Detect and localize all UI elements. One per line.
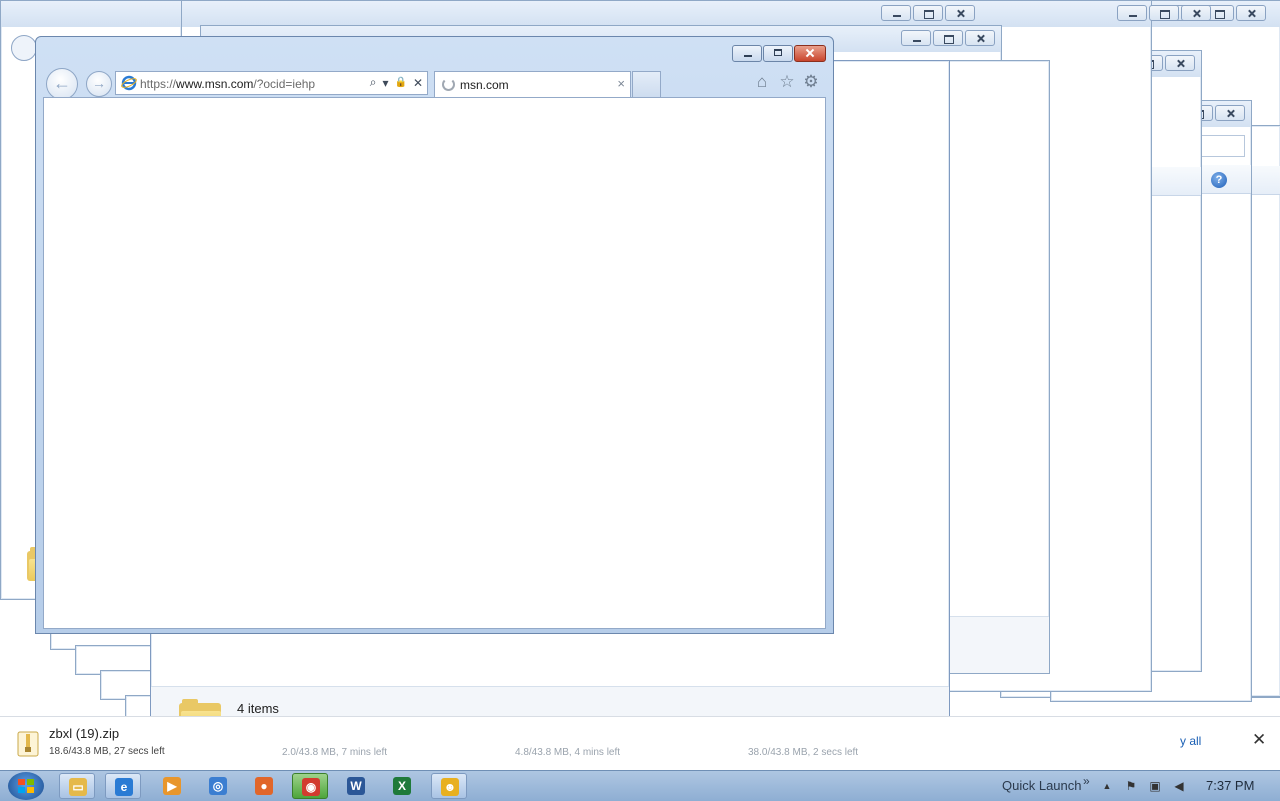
taskbar: ▭ e ▶ ◎ ● ◉ W X ☻ Quick Launch » ▲ ⚑ ▣ ◀… (0, 770, 1280, 801)
system-clock[interactable]: 7:37 PM (1206, 778, 1254, 793)
ie-logo-icon (121, 75, 137, 91)
maximize-button[interactable] (1149, 5, 1179, 21)
taskbar-messenger[interactable]: ☻ (431, 773, 467, 799)
taskbar-internet-explorer[interactable]: e (105, 773, 141, 799)
dropdown-arrow-icon[interactable]: ▾ (382, 76, 388, 90)
download-progress-text: 2.0/43.8 MB, 7 mins left (282, 747, 388, 758)
close-button[interactable] (1236, 5, 1266, 21)
internet-explorer-window: ← → https://www.msn.com/?ocid=iehp ⌕ ▾ 🔒… (35, 36, 834, 634)
taskbar-media-player[interactable]: ▶ (154, 773, 190, 799)
start-button[interactable] (8, 772, 44, 800)
window-controls (732, 45, 826, 62)
back-button[interactable]: ← (46, 68, 78, 100)
loading-spinner-icon (442, 78, 455, 91)
show-all-downloads-link[interactable]: y all (1180, 734, 1201, 748)
address-bar[interactable]: https://www.msn.com/?ocid=iehp ⌕ ▾ 🔒 ✕ (115, 71, 428, 95)
window-frame (1, 1, 181, 27)
help-icon[interactable]: ? (1211, 172, 1227, 188)
tab-msn[interactable]: msn.com × (434, 71, 631, 97)
close-button[interactable] (945, 5, 975, 21)
address-tools: ⌕ ▾ 🔒 ✕ (370, 75, 423, 90)
download-bar: zbxl (19).zip 18.6/43.8 MB, 27 secs left… (0, 716, 1280, 769)
close-button[interactable] (1165, 55, 1195, 71)
maximize-button[interactable] (763, 45, 793, 62)
messenger-icon: ☻ (441, 778, 459, 796)
page-content[interactable] (43, 97, 826, 629)
new-tab-button[interactable] (632, 71, 661, 97)
quick-launch-chevron-icon[interactable]: » (1083, 774, 1090, 788)
window-controls (1117, 5, 1211, 21)
minimize-button[interactable] (881, 5, 911, 21)
tools-gear-icon[interactable]: ⚙ (801, 72, 821, 92)
close-button[interactable] (1181, 5, 1211, 21)
home-icon[interactable]: ⌂ (752, 72, 772, 92)
search-icon[interactable]: ⌕ (370, 75, 377, 90)
taskbar-excel[interactable]: X (384, 773, 420, 799)
tab-close-icon[interactable]: × (617, 76, 625, 91)
firefox-icon: ● (255, 777, 273, 795)
taskbar-chrome[interactable]: ◉ (292, 773, 328, 799)
network-icon[interactable]: ▣ (1148, 779, 1162, 793)
folder-icon: ▭ (69, 778, 87, 796)
taskbar-chrome-app[interactable]: ◎ (200, 773, 236, 799)
taskbar-firefox[interactable]: ● (246, 773, 282, 799)
download-file-name[interactable]: zbxl (19).zip (49, 726, 119, 741)
maximize-button[interactable] (933, 30, 963, 46)
close-button[interactable] (1215, 105, 1245, 121)
chrome-icon: ◉ (302, 778, 320, 796)
action-center-flag-icon[interactable]: ⚑ (1124, 779, 1138, 793)
quick-launch-label[interactable]: Quick Launch (1002, 778, 1082, 793)
minimize-button[interactable] (901, 30, 931, 46)
forward-arrow-icon: → (92, 75, 106, 91)
close-download-bar-icon[interactable]: ✕ (1252, 730, 1266, 750)
download-progress-text: 38.0/43.8 MB, 2 secs left (748, 747, 859, 758)
maximize-button[interactable] (913, 5, 943, 21)
download-progress-text: 4.8/43.8 MB, 4 mins left (515, 747, 621, 758)
close-button[interactable] (965, 30, 995, 46)
lock-icon[interactable]: 🔒 (394, 77, 406, 88)
tab-title: msn.com (460, 78, 509, 92)
taskbar-explorer[interactable]: ▭ (59, 773, 95, 799)
item-count: 4 items (237, 701, 279, 716)
close-button[interactable] (794, 45, 826, 62)
zip-file-icon (17, 731, 39, 757)
url-path: /?ocid=iehp (253, 77, 316, 91)
download-progress-text: 18.6/43.8 MB, 27 secs left (49, 746, 165, 757)
back-button[interactable] (11, 35, 37, 61)
window-controls (881, 5, 975, 21)
stop-icon[interactable]: ✕ (413, 76, 423, 90)
window-frame (176, 1, 1151, 27)
forward-button[interactable]: → (86, 71, 112, 97)
show-hidden-icons-arrow[interactable]: ▲ (1100, 779, 1114, 793)
chrome-app-icon: ◎ (209, 777, 227, 795)
volume-muted-icon[interactable]: ◀ (1172, 779, 1186, 793)
excel-icon: X (393, 777, 411, 795)
word-icon: W (347, 777, 365, 795)
minimize-button[interactable] (1117, 5, 1147, 21)
media-player-icon: ▶ (163, 777, 181, 795)
url-text[interactable]: https://www.msn.com/?ocid=iehp (140, 77, 315, 91)
taskbar-word[interactable]: W (338, 773, 374, 799)
window-controls (901, 30, 995, 46)
url-host: www.msn.com (176, 77, 254, 91)
favorites-star-icon[interactable]: ☆ (777, 72, 797, 92)
back-arrow-icon: ← (53, 73, 71, 93)
internet-explorer-icon: e (115, 778, 133, 796)
minimize-button[interactable] (732, 45, 762, 62)
url-scheme: https:// (140, 77, 177, 91)
